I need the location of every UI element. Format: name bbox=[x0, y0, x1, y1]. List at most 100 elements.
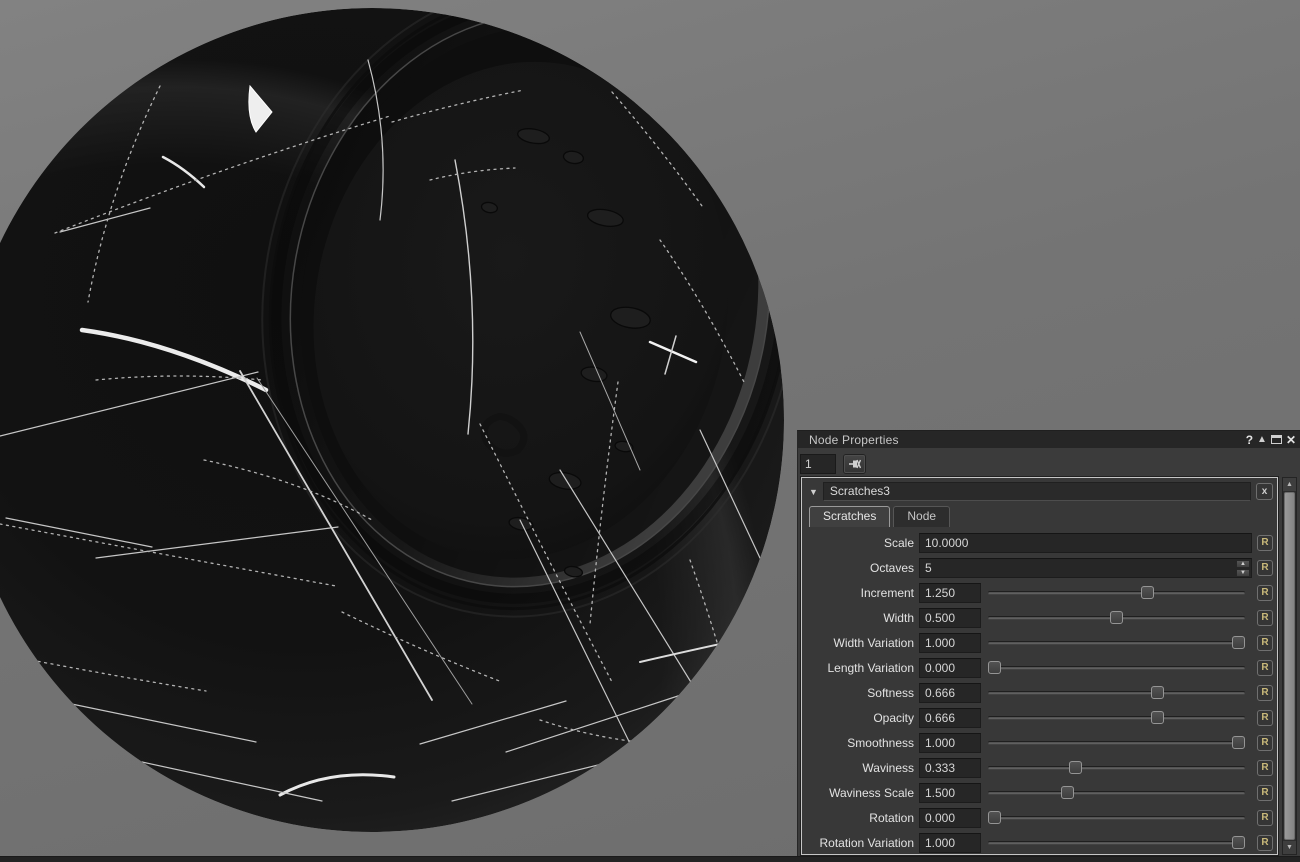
value-input[interactable] bbox=[919, 533, 1252, 553]
help-icon[interactable]: ? bbox=[1246, 433, 1253, 447]
panel-scroll-area: ▼ Scratches3 x Scratches Node ScaleROcta… bbox=[801, 477, 1297, 855]
slider-track[interactable] bbox=[988, 641, 1245, 644]
slider[interactable] bbox=[988, 733, 1245, 752]
reset-button[interactable]: R bbox=[1257, 835, 1273, 851]
tab-bar: Scratches Node bbox=[809, 506, 1277, 527]
slider-handle[interactable] bbox=[1151, 711, 1164, 724]
value-input[interactable] bbox=[919, 658, 981, 678]
expander-icon[interactable]: ▼ bbox=[806, 487, 818, 497]
scrollbar-thumb[interactable] bbox=[1284, 492, 1295, 840]
value-input[interactable] bbox=[919, 558, 1252, 578]
field-control bbox=[919, 683, 1252, 703]
reset-button[interactable]: R bbox=[1257, 685, 1273, 701]
field-label: Softness bbox=[804, 686, 919, 700]
slider-track[interactable] bbox=[988, 691, 1245, 694]
slider-handle[interactable] bbox=[988, 811, 1001, 824]
reset-button[interactable]: R bbox=[1257, 810, 1273, 826]
slider[interactable] bbox=[988, 658, 1245, 677]
slider[interactable] bbox=[988, 708, 1245, 727]
tab-node[interactable]: Node bbox=[893, 506, 950, 527]
reset-button[interactable]: R bbox=[1257, 660, 1273, 676]
vertical-scrollbar[interactable]: ▲ ▼ bbox=[1282, 477, 1297, 855]
value-input[interactable] bbox=[919, 833, 981, 853]
field-row: WidthR bbox=[802, 605, 1277, 630]
field-control bbox=[919, 833, 1252, 853]
reset-button[interactable]: R bbox=[1257, 735, 1273, 751]
slider-track[interactable] bbox=[988, 816, 1245, 819]
reset-button[interactable]: R bbox=[1257, 710, 1273, 726]
value-input[interactable] bbox=[919, 808, 981, 828]
value-input[interactable] bbox=[919, 758, 981, 778]
reset-button[interactable]: R bbox=[1257, 560, 1273, 576]
panel-title: Node Properties bbox=[809, 433, 899, 447]
close-icon[interactable]: ✕ bbox=[1286, 433, 1296, 447]
scrollbar-track[interactable] bbox=[1283, 491, 1296, 841]
reset-button[interactable]: R bbox=[1257, 635, 1273, 651]
field-row: Opacity R bbox=[802, 705, 1277, 730]
field-row: ScaleR bbox=[802, 530, 1277, 555]
slider-handle[interactable] bbox=[1232, 636, 1245, 649]
collapse-icon[interactable]: ▲ bbox=[1257, 433, 1267, 447]
pin-button[interactable] bbox=[843, 454, 866, 474]
slider-track[interactable] bbox=[988, 741, 1245, 744]
reset-button[interactable]: R bbox=[1257, 760, 1273, 776]
field-row: Rotation Variation R bbox=[802, 830, 1277, 855]
reset-button[interactable]: R bbox=[1257, 610, 1273, 626]
reset-button[interactable]: R bbox=[1257, 785, 1273, 801]
slider-handle[interactable] bbox=[1141, 586, 1154, 599]
restore-icon[interactable] bbox=[1271, 435, 1282, 444]
slider[interactable] bbox=[988, 808, 1245, 827]
slider[interactable] bbox=[988, 783, 1245, 802]
field-row: Octaves ▲▼ R bbox=[802, 555, 1277, 580]
node-properties-panel: Node Properties ? ▲ ✕ ▼ Scratches3 x bbox=[797, 430, 1300, 858]
value-input[interactable] bbox=[919, 633, 981, 653]
panel-titlebar[interactable]: Node Properties ? ▲ ✕ bbox=[798, 431, 1300, 448]
slider[interactable] bbox=[988, 758, 1245, 777]
value-input[interactable] bbox=[919, 783, 981, 803]
value-input[interactable] bbox=[919, 608, 981, 628]
spinner-up-icon[interactable]: ▲ bbox=[1236, 560, 1250, 568]
scroll-up-icon[interactable]: ▲ bbox=[1283, 478, 1296, 491]
field-row: WavinessR bbox=[802, 755, 1277, 780]
slider-track[interactable] bbox=[988, 716, 1245, 719]
field-row: Waviness Scale R bbox=[802, 780, 1277, 805]
reset-button[interactable]: R bbox=[1257, 535, 1273, 551]
field-label: Rotation Variation bbox=[804, 836, 919, 850]
slider[interactable] bbox=[988, 608, 1245, 627]
shader-ball bbox=[0, 0, 800, 832]
field-label: Octaves bbox=[804, 561, 919, 575]
remove-node-button[interactable]: x bbox=[1256, 483, 1273, 500]
slider[interactable] bbox=[988, 583, 1245, 602]
slider[interactable] bbox=[988, 633, 1245, 652]
slider-track[interactable] bbox=[988, 791, 1245, 794]
value-input[interactable] bbox=[919, 583, 981, 603]
field-label: Opacity bbox=[804, 711, 919, 725]
field-label: Waviness Scale bbox=[804, 786, 919, 800]
reset-button[interactable]: R bbox=[1257, 585, 1273, 601]
slider-track[interactable] bbox=[988, 841, 1245, 844]
slider-handle[interactable] bbox=[1151, 686, 1164, 699]
slider-track[interactable] bbox=[988, 591, 1245, 594]
value-input[interactable] bbox=[919, 708, 981, 728]
slider-track[interactable] bbox=[988, 766, 1245, 769]
slider-handle[interactable] bbox=[1232, 836, 1245, 849]
slider[interactable] bbox=[988, 683, 1245, 702]
field-label: Rotation bbox=[804, 811, 919, 825]
node-name-field[interactable]: Scratches3 bbox=[823, 482, 1251, 501]
scroll-down-icon[interactable]: ▼ bbox=[1283, 841, 1296, 854]
field-label: Increment bbox=[804, 586, 919, 600]
spinner-down-icon[interactable]: ▼ bbox=[1236, 569, 1250, 577]
value-input[interactable] bbox=[919, 683, 981, 703]
slider-handle[interactable] bbox=[1110, 611, 1123, 624]
3d-viewport[interactable] bbox=[0, 0, 800, 862]
slider-track[interactable] bbox=[988, 666, 1245, 669]
panel-count-input[interactable] bbox=[800, 454, 836, 474]
value-input[interactable] bbox=[919, 733, 981, 753]
slider[interactable] bbox=[988, 833, 1245, 852]
slider-handle[interactable] bbox=[988, 661, 1001, 674]
field-row: Rotation R bbox=[802, 805, 1277, 830]
tab-scratches[interactable]: Scratches bbox=[809, 506, 890, 527]
slider-handle[interactable] bbox=[1061, 786, 1074, 799]
slider-handle[interactable] bbox=[1069, 761, 1082, 774]
slider-handle[interactable] bbox=[1232, 736, 1245, 749]
